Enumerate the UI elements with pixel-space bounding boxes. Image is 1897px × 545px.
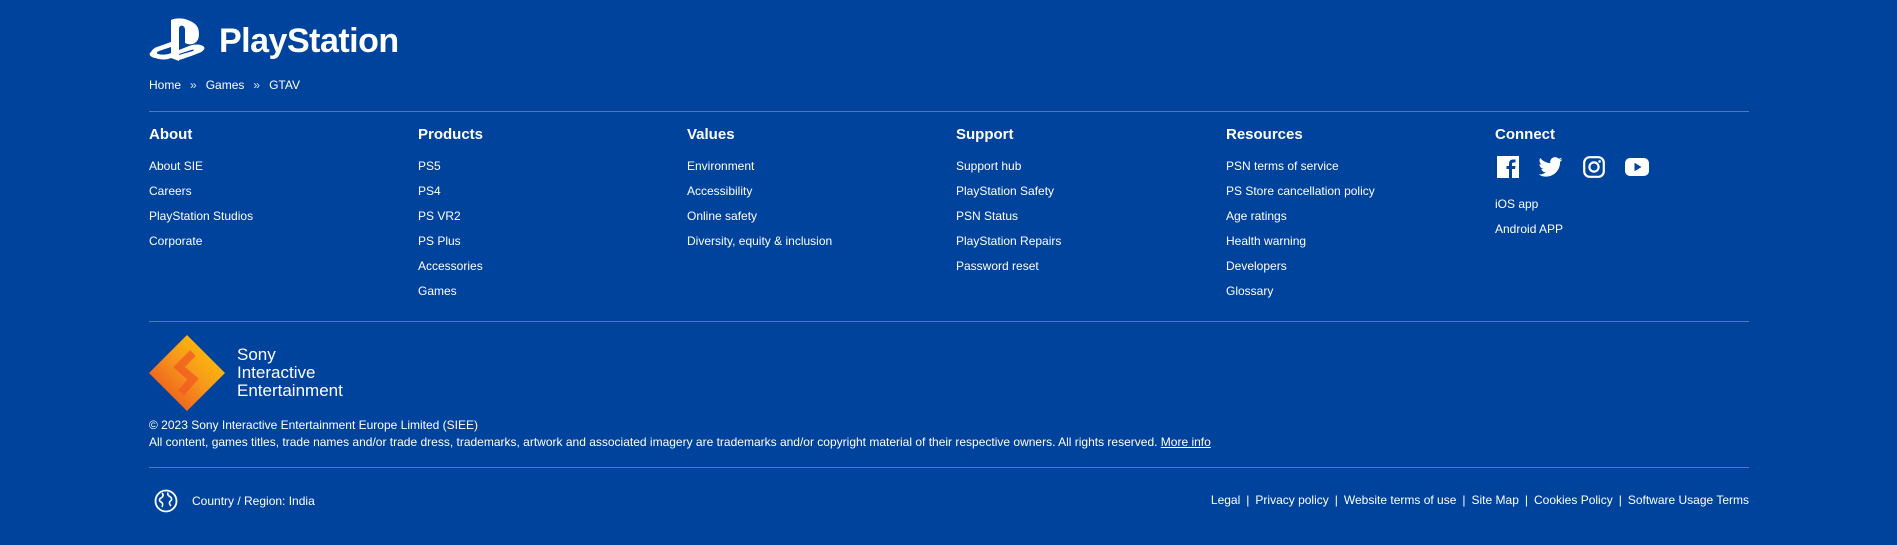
legal-notice: All content, games titles, trade names a… <box>149 435 1211 449</box>
region-label: Country / Region: India <box>192 494 315 508</box>
separator: | <box>1618 493 1622 507</box>
divider <box>149 321 1749 322</box>
footer-link[interactable]: Developers <box>1226 254 1476 279</box>
footer-link[interactable]: PlayStation Safety <box>956 179 1206 204</box>
column-title: Values <box>687 126 735 143</box>
cookies-policy-link[interactable]: Cookies Policy <box>1534 493 1613 507</box>
footer-link[interactable]: Glossary <box>1226 279 1476 304</box>
divider <box>149 111 1749 112</box>
footer-link[interactable]: PS Plus <box>418 229 668 254</box>
chevron-double-right-icon: » <box>190 78 197 92</box>
website-terms-link[interactable]: Website terms of use <box>1344 493 1457 507</box>
globe-icon <box>154 489 178 513</box>
column-connect: Connect iOS app Android APP <box>1495 126 1745 242</box>
android-app-link[interactable]: Android APP <box>1495 217 1745 242</box>
legal-link[interactable]: Legal <box>1211 493 1240 507</box>
footer-link[interactable]: PSN Status <box>956 204 1206 229</box>
footer-link[interactable]: PSN terms of service <box>1226 154 1476 179</box>
column-title: About <box>149 126 193 143</box>
facebook-icon[interactable] <box>1495 154 1521 180</box>
legal-notice-text: All content, games titles, trade names a… <box>149 435 1158 449</box>
social-links <box>1495 154 1745 180</box>
footer-link[interactable]: Online safety <box>687 204 937 229</box>
more-info-link[interactable]: More info <box>1161 435 1211 449</box>
footer-link[interactable]: PS Store cancellation policy <box>1226 179 1476 204</box>
region-selector[interactable]: Country / Region: India <box>154 489 315 513</box>
playstation-logo-icon <box>149 18 205 61</box>
column-title: Connect <box>1495 126 1555 143</box>
footer-link[interactable]: Diversity, equity & inclusion <box>687 229 937 254</box>
footer-link[interactable]: Environment <box>687 154 937 179</box>
column-support: Support Support hub PlayStation Safety P… <box>956 126 1206 279</box>
playstation-logo[interactable]: PlayStation <box>149 18 399 64</box>
footer-link[interactable]: Accessories <box>418 254 668 279</box>
ios-app-link[interactable]: iOS app <box>1495 192 1745 217</box>
privacy-policy-link[interactable]: Privacy policy <box>1255 493 1328 507</box>
column-about: About About SIE Careers PlayStation Stud… <box>149 126 399 254</box>
column-products: Products PS5 PS4 PS VR2 PS Plus Accessor… <box>418 126 668 304</box>
footer-link[interactable]: PS5 <box>418 154 668 179</box>
sie-line: Entertainment <box>237 381 343 400</box>
brand-name: PlayStation <box>219 21 399 60</box>
breadcrumb-games[interactable]: Games <box>206 78 245 92</box>
chevron-double-right-icon: » <box>253 78 261 92</box>
footer-link[interactable]: PS VR2 <box>418 204 668 229</box>
sie-wordmark: Sony Interactive Entertainment <box>237 346 343 411</box>
sie-logo[interactable]: Sony Interactive Entertainment <box>149 335 343 411</box>
footer-link[interactable]: Games <box>418 279 668 304</box>
footer-link[interactable]: PlayStation Studios <box>149 204 399 229</box>
separator: | <box>1462 493 1466 507</box>
column-title: Resources <box>1226 126 1303 143</box>
sie-line: Interactive <box>237 363 316 382</box>
software-usage-terms-link[interactable]: Software Usage Terms <box>1628 493 1749 507</box>
footer-link[interactable]: Support hub <box>956 154 1206 179</box>
sie-line: Sony <box>237 345 276 364</box>
breadcrumb: Home » Games » GTAV <box>149 78 300 92</box>
footer-link[interactable]: PlayStation Repairs <box>956 229 1206 254</box>
column-resources: Resources PSN terms of service PS Store … <box>1226 126 1476 304</box>
twitter-icon[interactable] <box>1538 154 1564 180</box>
footer-link[interactable]: Age ratings <box>1226 204 1476 229</box>
breadcrumb-gtav[interactable]: GTAV <box>269 78 300 92</box>
footer-link[interactable]: Health warning <box>1226 229 1476 254</box>
breadcrumb-home[interactable]: Home <box>149 78 181 92</box>
column-values: Values Environment Accessibility Online … <box>687 126 937 254</box>
separator: | <box>1246 493 1250 507</box>
footer-link[interactable]: Accessibility <box>687 179 937 204</box>
separator: | <box>1334 493 1338 507</box>
footer-link[interactable]: Careers <box>149 179 399 204</box>
footer-link[interactable]: Password reset <box>956 254 1206 279</box>
sie-diamond-icon <box>149 335 225 411</box>
divider <box>149 467 1749 468</box>
footer-link[interactable]: PS4 <box>418 179 668 204</box>
instagram-icon[interactable] <box>1581 154 1607 180</box>
column-title: Products <box>418 126 484 143</box>
separator: | <box>1524 493 1528 507</box>
footer-link[interactable]: About SIE <box>149 154 399 179</box>
legal-links: Legal | Privacy policy | Website terms o… <box>1211 493 1749 507</box>
copyright-text: © 2023 Sony Interactive Entertainment Eu… <box>149 418 479 432</box>
youtube-icon[interactable] <box>1624 154 1650 180</box>
footer-link[interactable]: Corporate <box>149 229 399 254</box>
column-title: Support <box>956 126 1014 143</box>
site-map-link[interactable]: Site Map <box>1472 493 1519 507</box>
